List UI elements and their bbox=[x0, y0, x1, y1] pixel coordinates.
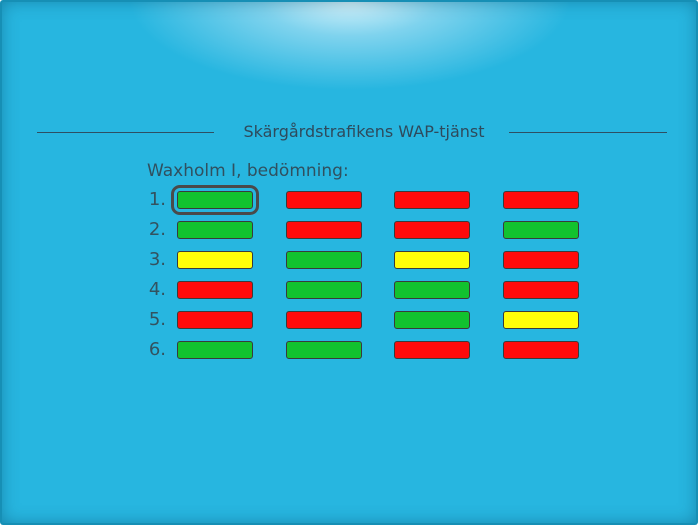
rating-cell-green[interactable] bbox=[177, 341, 253, 359]
rating-cell-green[interactable] bbox=[286, 251, 362, 269]
rating-cell-green[interactable] bbox=[286, 281, 362, 299]
header: Skärgårdstrafikens WAP-tjänst bbox=[37, 120, 667, 144]
rating-cell-green[interactable] bbox=[394, 311, 470, 329]
rating-cell-green[interactable] bbox=[503, 221, 579, 239]
row-number: 2. bbox=[148, 219, 166, 240]
rating-subtitle: Waxholm I, bedömning: bbox=[147, 161, 349, 181]
rating-cell-green[interactable] bbox=[171, 185, 259, 215]
rating-cell-red[interactable] bbox=[286, 221, 362, 239]
rating-cell-red[interactable] bbox=[394, 221, 470, 239]
wap-screen: Skärgårdstrafikens WAP-tjänst Waxholm I,… bbox=[0, 0, 698, 525]
rating-cell-green[interactable] bbox=[177, 221, 253, 239]
rating-cell-green[interactable] bbox=[394, 281, 470, 299]
rating-cell-red[interactable] bbox=[394, 191, 470, 209]
rating-cell-green[interactable] bbox=[286, 341, 362, 359]
row-number: 3. bbox=[148, 249, 166, 270]
rating-cell-red[interactable] bbox=[394, 341, 470, 359]
row-number: 1. bbox=[148, 189, 166, 210]
row-number: 5. bbox=[148, 309, 166, 330]
header-rule-right bbox=[509, 132, 667, 133]
row-number: 6. bbox=[148, 339, 166, 360]
header-rule-left bbox=[37, 132, 214, 133]
rating-cell-red[interactable] bbox=[503, 281, 579, 299]
rating-cell-red[interactable] bbox=[503, 191, 579, 209]
page-title: Skärgårdstrafikens WAP-tjänst bbox=[243, 122, 485, 141]
rating-cell-red[interactable] bbox=[286, 311, 362, 329]
row-number: 4. bbox=[148, 279, 166, 300]
rating-cell-yellow[interactable] bbox=[394, 251, 470, 269]
rating-cell-red[interactable] bbox=[503, 251, 579, 269]
rating-cell-yellow[interactable] bbox=[503, 311, 579, 329]
rating-cell-red[interactable] bbox=[177, 311, 253, 329]
rating-cell-red[interactable] bbox=[503, 341, 579, 359]
rating-cell-yellow[interactable] bbox=[177, 251, 253, 269]
rating-cell-red[interactable] bbox=[177, 281, 253, 299]
rating-cell-red[interactable] bbox=[286, 191, 362, 209]
